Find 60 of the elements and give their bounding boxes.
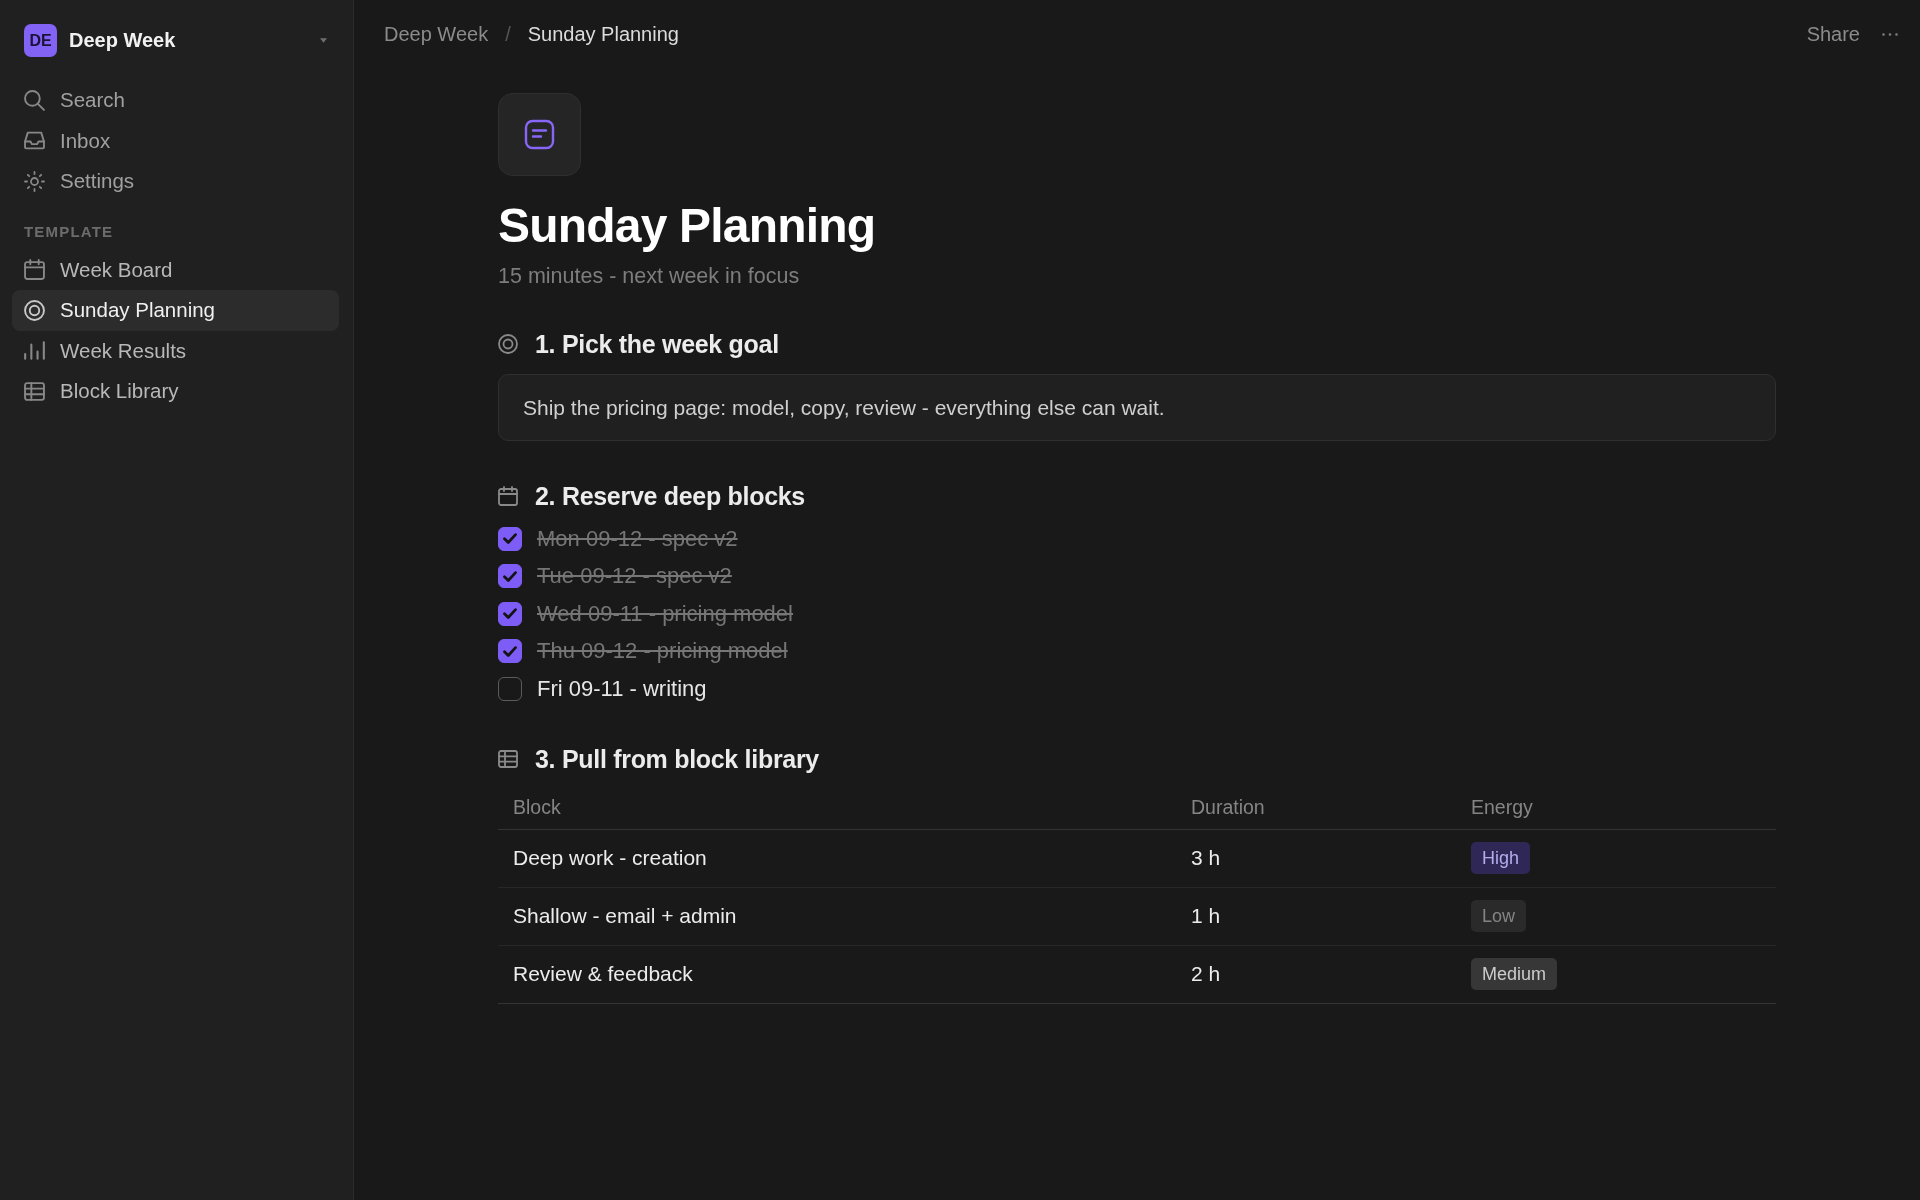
checkbox[interactable] [498, 601, 522, 626]
checkmark-icon [503, 533, 517, 545]
table-header-cell-text: Energy [1471, 796, 1534, 819]
target-icon [498, 334, 518, 354]
checkbox[interactable] [498, 639, 522, 664]
note-icon [498, 93, 581, 176]
table-cell-text: 1 h [1191, 904, 1222, 928]
sidebar-item[interactable]: Block Library [12, 371, 339, 412]
workspace-avatar: DE [24, 24, 57, 57]
table-cell-text: 3 h [1191, 846, 1222, 870]
search-icon [24, 89, 45, 111]
settings-icon [24, 170, 45, 192]
section-heading: 2. Reserve deep blocks [535, 481, 805, 512]
task-text: Tue 09-12 - spec v2 [537, 563, 732, 590]
energy-tag: Low [1471, 900, 1527, 932]
table-cell-text: 2 h [1191, 962, 1222, 986]
checkbox[interactable] [498, 564, 522, 589]
bar-chart-icon [24, 340, 45, 362]
sidebar-item[interactable]: Sunday Planning [12, 290, 339, 331]
sidebar-item[interactable]: Week Results [12, 330, 339, 371]
energy-tag: Medium [1471, 958, 1558, 990]
checkmark-icon [503, 645, 517, 657]
more-icon [1882, 32, 1898, 36]
table-icon [498, 748, 518, 769]
checkmark-icon [503, 608, 517, 620]
table-icon [24, 380, 45, 402]
breadcrumb-separator: / [505, 22, 511, 46]
target-icon [24, 299, 45, 321]
calendar-icon [24, 259, 45, 281]
caret-icon [320, 38, 327, 43]
table-cell-text: Review & feedback [513, 962, 694, 986]
goal-callout: Ship the pricing page: model, copy, review - everything else can wait. [498, 374, 1776, 441]
breadcrumb-link[interactable]: Deep Week [384, 22, 489, 46]
sidebar-item[interactable]: Inbox [12, 120, 339, 161]
checkmark-icon [503, 570, 517, 582]
table-cell-text: Deep work - creation [513, 846, 708, 870]
sidebar-item[interactable]: Search [12, 80, 339, 121]
sidebar-item[interactable]: Settings [12, 161, 339, 202]
sidebar-item[interactable]: Week Board [12, 249, 339, 290]
breadcrumb-current: Sunday Planning [527, 22, 679, 46]
task-text: Mon 09-12 - spec v2 [537, 525, 738, 552]
page-subtitle: 15 minutes - next week in focus [498, 263, 801, 289]
section-heading: 3. Pull from block library [535, 743, 819, 775]
table-header-cell-text: Duration [1191, 796, 1266, 819]
more-button[interactable] [1882, 32, 1898, 36]
table-cell-text: Shallow - email + admin [513, 904, 738, 928]
energy-tag: High [1471, 842, 1531, 874]
page-title: Sunday Planning [498, 198, 877, 254]
checkbox[interactable] [498, 676, 522, 701]
calendar-icon [498, 486, 518, 506]
share-button[interactable]: Share [1806, 22, 1860, 46]
task-text: Thu 09-12 - pricing model [537, 638, 788, 665]
table-header-cell-text: Block [513, 796, 562, 819]
task-text: Wed 09-11 - pricing model [537, 600, 793, 627]
inbox-icon [24, 130, 45, 152]
task-text: Fri 09-11 - writing [537, 675, 707, 702]
workspace-switcher[interactable]: DE Deep Week [12, 24, 339, 57]
checkbox[interactable] [498, 526, 522, 551]
sidebar-section-label: TEMPLATE [23, 222, 115, 241]
section-heading: 1. Pick the week goal [535, 329, 779, 360]
